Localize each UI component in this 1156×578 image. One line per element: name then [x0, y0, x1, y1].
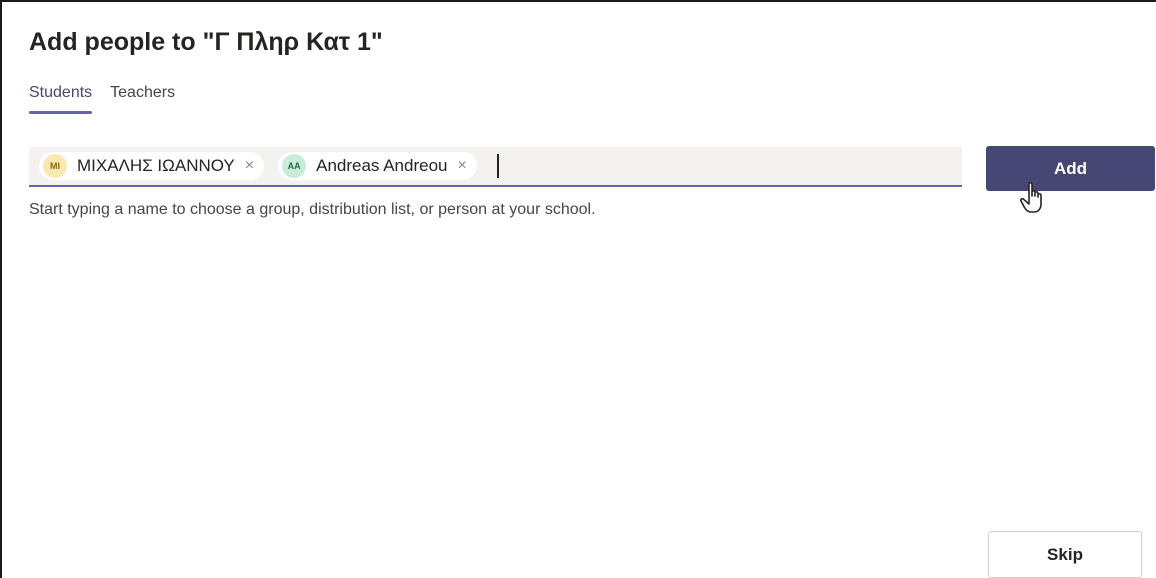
person-chip: MI ΜΙΧΑΛΗΣ ΙΩΑΝΝΟΥ × [39, 152, 265, 180]
avatar: MI [43, 154, 67, 178]
add-button[interactable]: Add [986, 146, 1155, 191]
tab-teachers[interactable]: Teachers [110, 84, 175, 114]
picker-hint-text: Start typing a name to choose a group, d… [29, 201, 596, 218]
tab-students[interactable]: Students [29, 84, 93, 114]
remove-person-icon[interactable]: × [458, 158, 467, 174]
skip-button[interactable]: Skip [988, 531, 1142, 578]
tab-bar: Students Teachers [29, 84, 175, 114]
person-chip-name: ΜΙΧΑΛΗΣ ΙΩΑΝΝΟΥ [77, 156, 235, 175]
hand-pointer-icon [1020, 182, 1042, 213]
dialog-title: Add people to "Γ Πληρ Κατ 1" [29, 28, 383, 56]
people-picker-input[interactable]: MI ΜΙΧΑΛΗΣ ΙΩΑΝΝΟΥ × AA Andreas Andreou … [29, 147, 962, 187]
add-people-dialog: Add people to "Γ Πληρ Κατ 1" Students Te… [0, 0, 1156, 578]
person-chip: AA Andreas Andreou × [278, 152, 477, 180]
remove-person-icon[interactable]: × [245, 158, 254, 174]
text-caret [496, 154, 499, 178]
person-chip-name: Andreas Andreou [316, 156, 448, 175]
avatar: AA [282, 154, 307, 178]
